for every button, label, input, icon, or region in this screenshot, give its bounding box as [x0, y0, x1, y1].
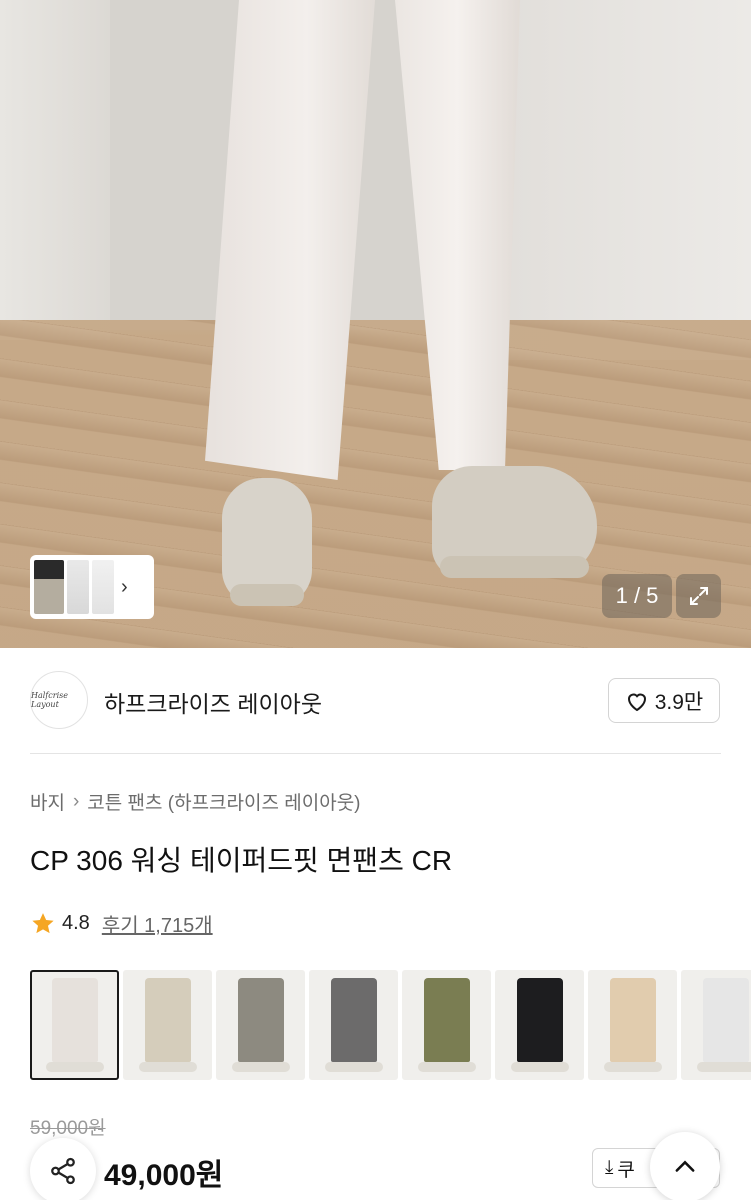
color-swatch[interactable]: [402, 970, 491, 1080]
background-wall: [491, 0, 751, 360]
swatch-pants-image: [610, 978, 656, 1062]
color-swatch[interactable]: [216, 970, 305, 1080]
chevron-up-icon: [675, 1160, 695, 1172]
color-swatch-list: [30, 970, 751, 1082]
heart-icon: [627, 693, 646, 711]
color-swatch[interactable]: [588, 970, 677, 1080]
swatch-shoes-image: [418, 1062, 476, 1072]
rating-row: 4.8 후기 1,715개: [30, 909, 213, 938]
color-swatch[interactable]: [309, 970, 398, 1080]
background-wall: [0, 0, 110, 340]
rating-score: 4.8: [62, 912, 90, 934]
swatch-shoes-image: [139, 1062, 197, 1072]
review-link[interactable]: 후기 1,715개: [102, 909, 213, 938]
color-swatch[interactable]: [123, 970, 212, 1080]
product-main-image[interactable]: › 1 / 5: [0, 0, 751, 648]
like-count: 3.9만: [654, 690, 704, 714]
chevron-right-icon: ›: [72, 790, 80, 812]
brand-name[interactable]: 하프크라이즈 레이아웃: [104, 685, 322, 719]
image-thumbnail-strip[interactable]: ›: [30, 555, 154, 619]
image-counter: 1 / 5: [602, 574, 672, 618]
sneaker: [222, 478, 312, 606]
product-title: CP 306 워싱 테이퍼드핏 면팬츠 CR: [30, 845, 453, 876]
swatch-pants-image: [52, 978, 98, 1062]
swatch-pants-image: [703, 978, 749, 1062]
expand-icon: [689, 587, 708, 605]
swatch-shoes-image: [46, 1062, 104, 1072]
swatch-shoes-image: [232, 1062, 290, 1072]
share-icon: [51, 1157, 75, 1185]
original-price: 59,000원: [30, 1118, 106, 1139]
brand-logo[interactable]: Halfcrise Layout: [30, 671, 88, 729]
thumbnail[interactable]: [67, 560, 89, 614]
thumbnail[interactable]: [92, 560, 114, 614]
swatch-pants-image: [238, 978, 284, 1062]
breadcrumb-category[interactable]: 바지: [30, 788, 65, 815]
thumbnail[interactable]: [34, 560, 64, 614]
star-icon: [32, 912, 54, 933]
swatch-pants-image: [517, 978, 563, 1062]
breadcrumb-subcategory[interactable]: 코튼 팬츠 (하프크라이즈 레이아웃): [87, 788, 360, 815]
color-swatch[interactable]: [495, 970, 584, 1080]
color-swatch[interactable]: [30, 970, 119, 1080]
swatch-pants-image: [331, 978, 377, 1062]
swatch-shoes-image: [511, 1062, 569, 1072]
share-button[interactable]: [30, 1138, 96, 1200]
download-icon: ⤓: [605, 1157, 614, 1178]
swatch-shoes-image: [325, 1062, 383, 1072]
coupon-label: 쿠: [617, 1159, 635, 1181]
swatch-shoes-image: [604, 1062, 662, 1072]
swatch-shoes-image: [697, 1062, 751, 1072]
breadcrumb: 바지 › 코튼 팬츠 (하프크라이즈 레이아웃): [30, 788, 361, 815]
chevron-right-icon[interactable]: ›: [121, 576, 128, 599]
expand-button[interactable]: [676, 574, 721, 618]
color-swatch[interactable]: [681, 970, 751, 1080]
scroll-top-button[interactable]: [650, 1132, 720, 1200]
like-button[interactable]: 3.9만: [608, 678, 720, 723]
sneaker: [432, 466, 597, 578]
swatch-pants-image: [145, 978, 191, 1062]
divider: [30, 753, 721, 754]
swatch-pants-image: [424, 978, 470, 1062]
brand-row: Halfcrise Layout 하프크라이즈 레이아웃 3.9만: [0, 668, 751, 754]
sale-price: 49,000원: [104, 1159, 224, 1192]
